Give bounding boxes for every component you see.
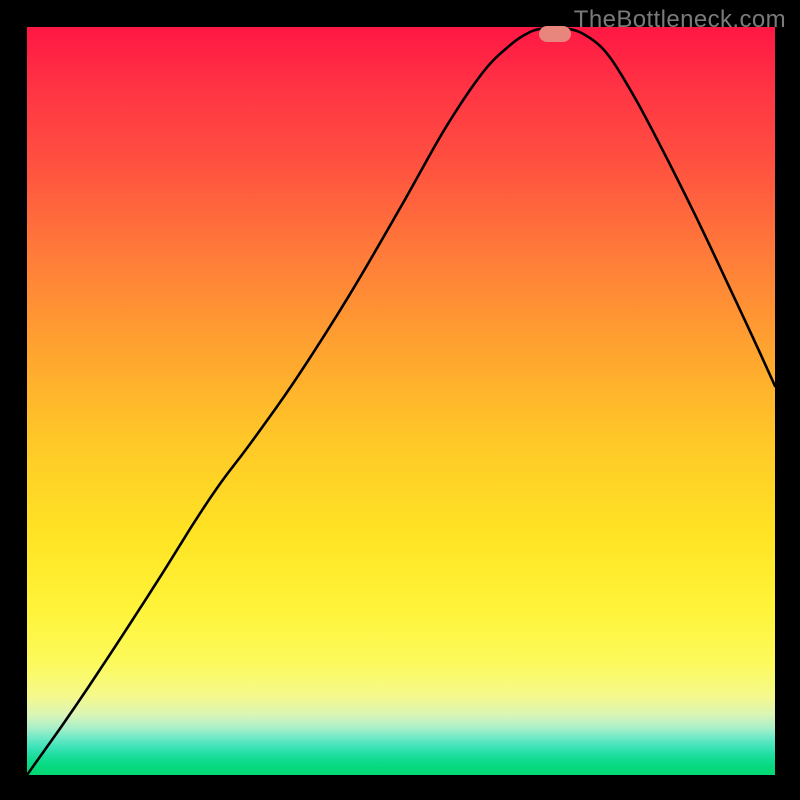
optimum-marker: [539, 26, 571, 42]
curve-path: [27, 28, 775, 775]
watermark-label: TheBottleneck.com: [574, 6, 786, 34]
chart-container: TheBottleneck.com: [0, 0, 800, 800]
bottleneck-curve: [27, 27, 775, 775]
plot-area: [27, 27, 775, 775]
